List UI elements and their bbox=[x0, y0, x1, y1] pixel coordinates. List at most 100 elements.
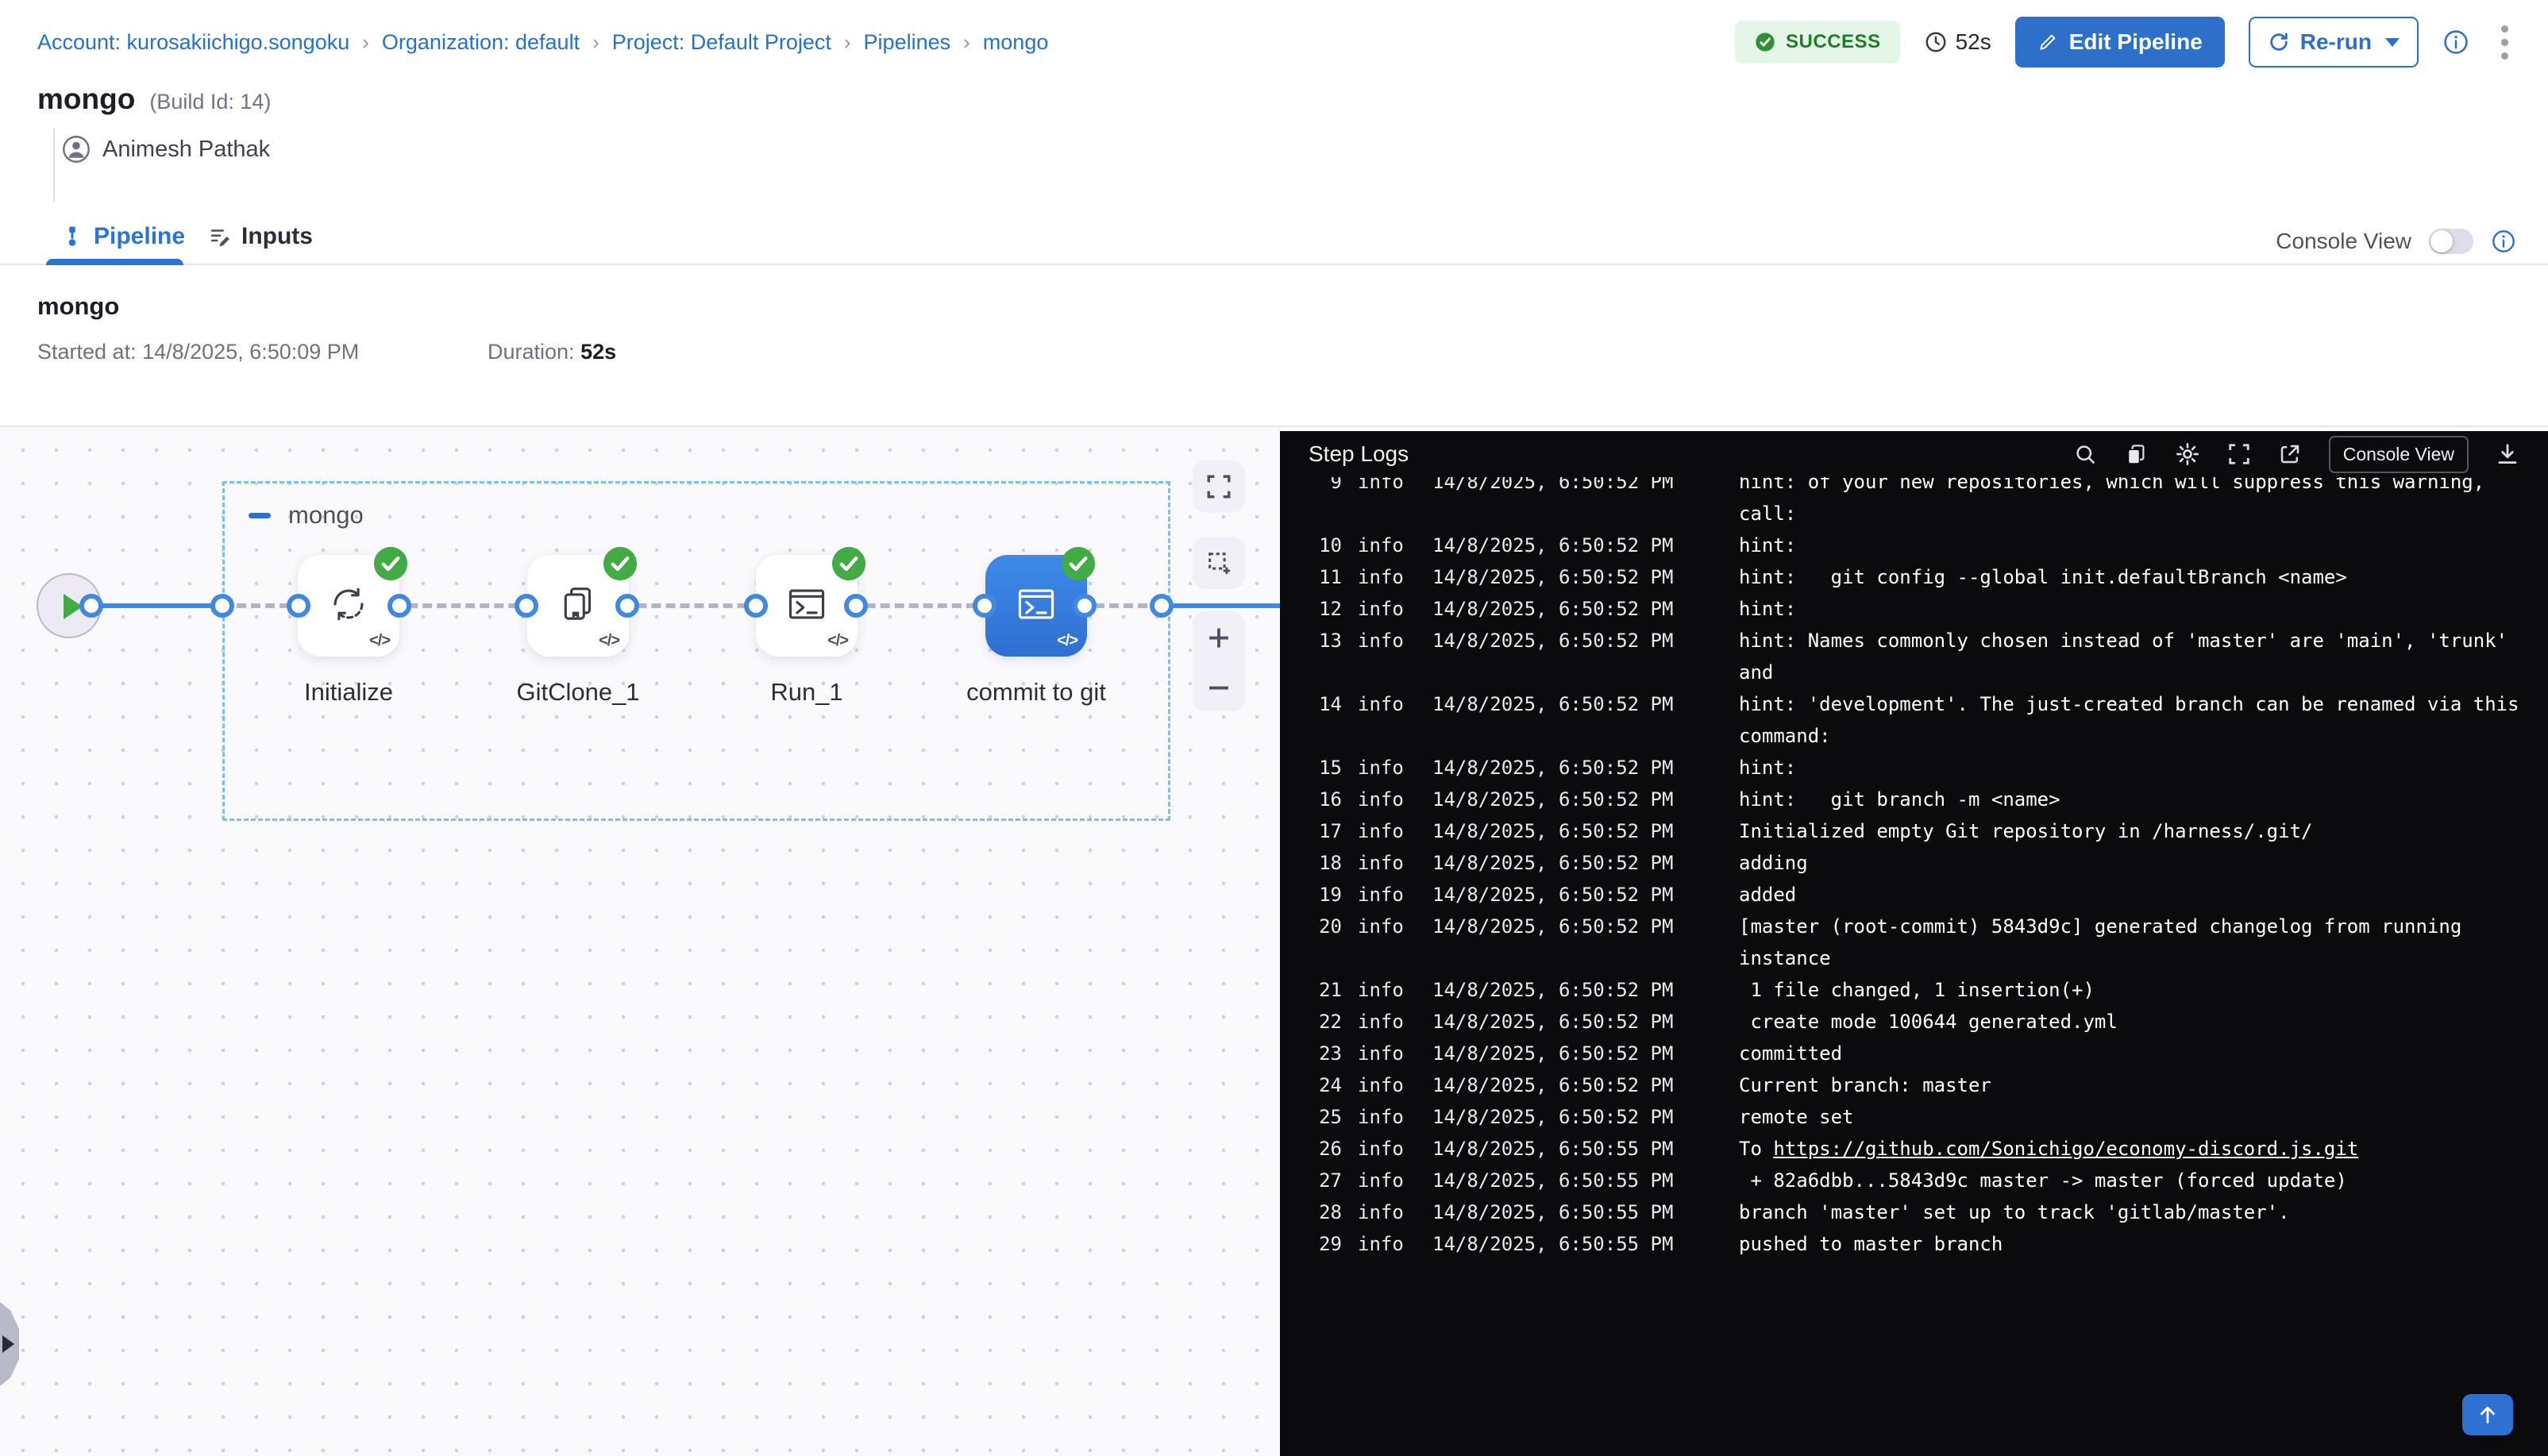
pipeline-step-initialize[interactable]: </> bbox=[298, 555, 399, 657]
log-line-number: 28 bbox=[1304, 1196, 1342, 1228]
log-message: adding bbox=[1739, 847, 1808, 879]
tab-inputs[interactable]: Inputs bbox=[208, 210, 313, 264]
node-connector bbox=[1150, 594, 1174, 618]
log-line: 12info14/8/2025, 6:50:52 PMhint: bbox=[1280, 593, 2548, 625]
log-message: added bbox=[1739, 879, 1796, 911]
log-line-number: 27 bbox=[1304, 1165, 1342, 1196]
log-message: hint: bbox=[1739, 530, 1796, 561]
download-logs-icon[interactable] bbox=[2496, 442, 2519, 466]
success-check-icon bbox=[372, 545, 409, 582]
rerun-button[interactable]: Re-run bbox=[2249, 17, 2419, 67]
stage-group-label: mongo bbox=[249, 501, 364, 530]
breadcrumb-item[interactable]: mongo bbox=[983, 30, 1049, 55]
log-timestamp: 14/8/2025, 6:50:52 PM bbox=[1432, 1101, 1673, 1133]
node-connector bbox=[615, 594, 639, 618]
pipeline-step-commit-to-git[interactable]: </> bbox=[985, 555, 1087, 657]
expand-left-panel-handle[interactable] bbox=[0, 1302, 19, 1386]
log-message: and bbox=[1739, 657, 1773, 688]
log-message: 1 file changed, 1 insertion(+) bbox=[1739, 974, 2095, 1006]
canvas-fullscreen-button[interactable] bbox=[1193, 460, 1245, 513]
node-connector bbox=[287, 594, 310, 618]
breadcrumb-item[interactable]: Project: Default Project bbox=[612, 30, 831, 55]
more-options-menu-icon[interactable] bbox=[2493, 22, 2516, 63]
node-connector bbox=[973, 594, 996, 618]
log-timestamp: 14/8/2025, 6:50:52 PM bbox=[1432, 815, 1673, 847]
log-line: 14info14/8/2025, 6:50:52 PMhint: 'develo… bbox=[1280, 688, 2548, 720]
node-connector bbox=[79, 594, 103, 618]
open-in-new-icon[interactable] bbox=[2278, 442, 2302, 466]
log-timestamp: 14/8/2025, 6:50:52 PM bbox=[1432, 911, 1673, 942]
log-timestamp: 14/8/2025, 6:50:52 PM bbox=[1432, 1006, 1673, 1038]
started-at: Started at: 14/8/2025, 6:50:09 PM bbox=[37, 340, 359, 364]
success-check-icon bbox=[1060, 545, 1097, 582]
log-message: hint: Names commonly chosen instead of '… bbox=[1739, 625, 2508, 657]
scroll-to-top-button[interactable] bbox=[2462, 1394, 2513, 1435]
log-timestamp: 14/8/2025, 6:50:52 PM bbox=[1432, 752, 1673, 784]
log-line: 9info14/8/2025, 6:50:52 PMhint: of your … bbox=[1280, 477, 2548, 498]
log-message: pushed to master branch bbox=[1739, 1228, 2003, 1260]
breadcrumb-item[interactable]: Pipelines bbox=[864, 30, 951, 55]
log-level: info bbox=[1358, 815, 1404, 847]
code-icon: </> bbox=[369, 632, 390, 650]
log-timestamp: 14/8/2025, 6:50:55 PM bbox=[1432, 1196, 1673, 1228]
breadcrumb-item[interactable]: Account: kurosakiichigo.songoku bbox=[37, 30, 349, 55]
breadcrumb-separator: › bbox=[963, 30, 970, 55]
log-line-number: 19 bbox=[1304, 879, 1342, 911]
log-level: info bbox=[1358, 847, 1404, 879]
author-divider bbox=[53, 129, 55, 202]
pipeline-step-gitclone_1[interactable]: </> bbox=[527, 555, 629, 657]
log-line: 28info14/8/2025, 6:50:55 PMbranch 'maste… bbox=[1280, 1196, 2548, 1228]
log-output[interactable]: 9info14/8/2025, 6:50:52 PMhint: of your … bbox=[1280, 477, 2548, 1456]
edit-pipeline-button[interactable]: Edit Pipeline bbox=[2015, 17, 2225, 67]
fullscreen-icon bbox=[1205, 473, 1232, 500]
log-timestamp: 14/8/2025, 6:50:52 PM bbox=[1432, 784, 1673, 815]
terminal-icon bbox=[784, 581, 830, 631]
marquee-selection-icon bbox=[1205, 549, 1232, 576]
canvas-select-button[interactable] bbox=[1193, 537, 1245, 589]
zoom-in-button[interactable]: + bbox=[1208, 618, 1230, 655]
zoom-out-button[interactable]: − bbox=[1208, 668, 1230, 705]
pipeline-step-run_1[interactable]: </> bbox=[756, 555, 858, 657]
execution-meta: Started at: 14/8/2025, 6:50:09 PM Durati… bbox=[37, 340, 359, 364]
log-timestamp: 14/8/2025, 6:50:52 PM bbox=[1432, 879, 1673, 911]
log-message: remote set bbox=[1739, 1101, 1854, 1133]
info-icon[interactable] bbox=[2491, 229, 2516, 254]
log-message: hint: git config --global init.defaultBr… bbox=[1739, 561, 2347, 593]
log-line: 29info14/8/2025, 6:50:55 PMpushed to mas… bbox=[1280, 1228, 2548, 1260]
log-message: [master (root-commit) 5843d9c] generated… bbox=[1739, 911, 2461, 942]
log-line: 10info14/8/2025, 6:50:52 PMhint: bbox=[1280, 530, 2548, 561]
log-timestamp: 14/8/2025, 6:50:52 PM bbox=[1432, 561, 1673, 593]
log-message: committed bbox=[1739, 1038, 1842, 1069]
log-line-number: 13 bbox=[1304, 625, 1342, 657]
log-line-number: 25 bbox=[1304, 1101, 1342, 1133]
build-id: (Build Id: 14) bbox=[149, 90, 271, 114]
log-line-number: 23 bbox=[1304, 1038, 1342, 1069]
log-timestamp: 14/8/2025, 6:50:52 PM bbox=[1432, 688, 1673, 720]
log-line: 20info14/8/2025, 6:50:52 PM[master (root… bbox=[1280, 911, 2548, 942]
log-message: create mode 100644 generated.yml bbox=[1739, 1006, 2118, 1038]
page-title: mongo bbox=[37, 83, 135, 116]
node-connector bbox=[844, 594, 868, 618]
log-level: info bbox=[1358, 561, 1404, 593]
console-view-toggle[interactable] bbox=[2429, 229, 2473, 254]
log-message: hint: 'development'. The just-created br… bbox=[1739, 688, 2519, 720]
log-level: info bbox=[1358, 1069, 1404, 1101]
console-view-button[interactable]: Console View bbox=[2329, 436, 2469, 473]
page-header: Account: kurosakiichigo.songoku › Organiza… bbox=[0, 0, 2548, 265]
info-icon[interactable] bbox=[2442, 29, 2469, 56]
collapse-stage-icon[interactable] bbox=[249, 513, 271, 518]
log-level: info bbox=[1358, 1165, 1404, 1196]
author-name: Animesh Pathak bbox=[102, 137, 270, 163]
breadcrumb-item[interactable]: Organization: default bbox=[382, 30, 580, 55]
author-row: Animesh Pathak bbox=[62, 135, 270, 164]
log-fullscreen-icon[interactable] bbox=[2227, 442, 2251, 466]
step-label: GitClone_1 bbox=[451, 678, 705, 707]
log-level: info bbox=[1358, 625, 1404, 657]
search-icon[interactable] bbox=[2073, 442, 2097, 466]
node-connector bbox=[744, 594, 768, 618]
log-link[interactable]: https://github.com/Sonichigo/economy-dis… bbox=[1773, 1138, 2358, 1160]
pipeline-canvas[interactable]: mongo </>Initialize</>GitClone_1</>Run_1… bbox=[0, 427, 1280, 1456]
log-settings-gear-icon[interactable] bbox=[2175, 441, 2200, 467]
copy-logs-icon[interactable] bbox=[2124, 442, 2148, 466]
tab-pipeline[interactable]: Pipeline bbox=[60, 210, 185, 264]
